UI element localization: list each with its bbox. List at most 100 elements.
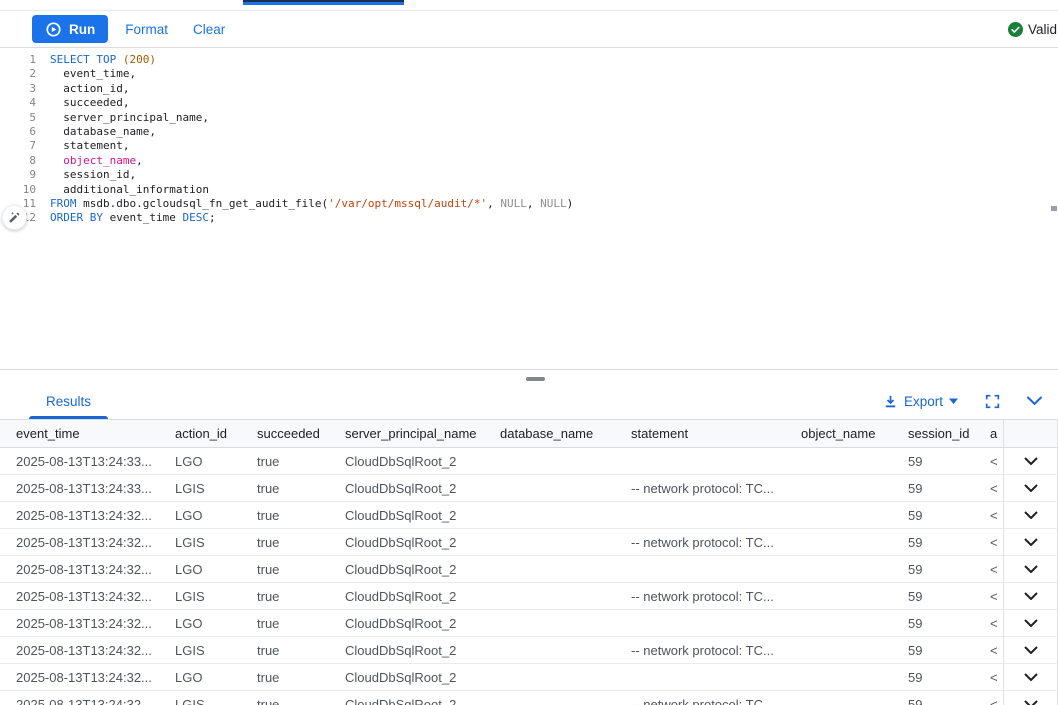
table-cell: 2025-08-13T13:24:32...	[16, 691, 175, 705]
code-line[interactable]: 12ORDER BY event_time DESC;	[0, 211, 1058, 225]
code-line[interactable]: 10 additional_information	[0, 183, 1058, 197]
clear-button[interactable]: Clear	[193, 22, 225, 37]
table-row: 2025-08-13T13:24:32...LGIStrueCloudDbSql…	[0, 583, 1058, 610]
expand-row-button[interactable]	[1003, 502, 1058, 528]
expand-row-button[interactable]	[1003, 664, 1058, 690]
table-cell	[801, 556, 908, 582]
expand-row-button[interactable]	[1003, 448, 1058, 474]
column-header-action-id[interactable]: action_id	[175, 420, 257, 447]
column-header-object-name[interactable]: object_name	[801, 420, 908, 447]
table-cell	[801, 637, 908, 663]
expand-row-button[interactable]	[1003, 637, 1058, 663]
column-header-database-name[interactable]: database_name	[500, 420, 631, 447]
line-number: 10	[0, 183, 36, 197]
code-line[interactable]: 7 statement,	[0, 139, 1058, 153]
table-cell: 59	[908, 583, 990, 609]
table-cell: true	[257, 556, 345, 582]
expand-row-button[interactable]	[1003, 691, 1058, 705]
table-cell: CloudDbSqlRoot_2	[345, 502, 500, 528]
code-line[interactable]: 2 event_time,	[0, 67, 1058, 81]
expand-row-button[interactable]	[1003, 529, 1058, 555]
table-cell: -- network protocol: TC...	[631, 475, 801, 501]
table-cell	[500, 583, 631, 609]
column-header-statement[interactable]: statement	[631, 420, 801, 447]
table-row: 2025-08-13T13:24:32...LGIStrueCloudDbSql…	[0, 637, 1058, 664]
chevron-down-icon	[1024, 484, 1038, 492]
table-cell: 2025-08-13T13:24:32...	[16, 502, 175, 528]
table-cell: <	[990, 529, 1003, 555]
table-cell	[500, 610, 631, 636]
table-cell: CloudDbSqlRoot_2	[345, 529, 500, 555]
line-number: 5	[0, 111, 36, 125]
code-line[interactable]: 4 succeeded,	[0, 96, 1058, 110]
run-button[interactable]: Run	[32, 15, 108, 43]
column-header-session-id[interactable]: session_id	[908, 420, 990, 447]
format-button[interactable]: Format	[125, 22, 168, 37]
table-cell: LGIS	[175, 691, 257, 705]
expand-row-button[interactable]	[1003, 610, 1058, 636]
line-number: 8	[0, 154, 36, 168]
table-cell	[500, 502, 631, 528]
table-cell: CloudDbSqlRoot_2	[345, 475, 500, 501]
table-row: 2025-08-13T13:24:33...LGIStrueCloudDbSql…	[0, 475, 1058, 502]
code-line[interactable]: 6 database_name,	[0, 125, 1058, 139]
chevron-down-icon	[1024, 538, 1038, 546]
table-cell: LGIS	[175, 475, 257, 501]
table-cell: 59	[908, 664, 990, 690]
table-cell: LGIS	[175, 583, 257, 609]
query-status: Valid	[1008, 22, 1058, 37]
table-cell: 2025-08-13T13:24:32...	[16, 637, 175, 663]
code-line[interactable]: 5 server_principal_name,	[0, 111, 1058, 125]
chevron-down-icon	[1024, 700, 1038, 705]
column-header-succeeded[interactable]: succeeded	[257, 420, 345, 447]
table-cell: LGIS	[175, 637, 257, 663]
sql-editor[interactable]: 1SELECT TOP (200)2 event_time,3 action_i…	[0, 48, 1058, 369]
ai-edit-button[interactable]	[2, 205, 27, 230]
column-header-server-principal-name[interactable]: server_principal_name	[345, 420, 500, 447]
tab-results[interactable]: Results	[29, 383, 108, 419]
table-cell	[801, 475, 908, 501]
table-cell: LGO	[175, 502, 257, 528]
table-cell	[500, 448, 631, 474]
code-line[interactable]: 11FROM msdb.dbo.gcloudsql_fn_get_audit_f…	[0, 197, 1058, 211]
code-line[interactable]: 8 object_name,	[0, 154, 1058, 168]
code-text: database_name,	[50, 125, 156, 139]
code-text: action_id,	[50, 82, 129, 96]
code-line[interactable]: 3 action_id,	[0, 82, 1058, 96]
export-button[interactable]: Export	[883, 394, 958, 409]
expand-row-button[interactable]	[1003, 583, 1058, 609]
fullscreen-button[interactable]	[985, 394, 1000, 409]
code-text: SELECT TOP (200)	[50, 53, 156, 67]
expand-row-button[interactable]	[1003, 556, 1058, 582]
column-header-additional-information[interactable]: a	[990, 420, 1003, 447]
table-cell	[500, 556, 631, 582]
caret-down-icon	[949, 398, 958, 404]
code-text: session_id,	[50, 168, 136, 182]
expand-row-button[interactable]	[1003, 475, 1058, 501]
table-cell: true	[257, 691, 345, 705]
table-cell: <	[990, 502, 1003, 528]
check-circle-icon	[1008, 22, 1023, 37]
collapse-panel-button[interactable]	[1026, 396, 1043, 406]
table-cell: <	[990, 556, 1003, 582]
table-cell: 59	[908, 637, 990, 663]
table-cell: LGO	[175, 610, 257, 636]
table-cell: 2025-08-13T13:24:33...	[16, 448, 175, 474]
editor-scrollbar-thumb[interactable]	[1051, 206, 1057, 211]
results-rows: 2025-08-13T13:24:33...LGOtrueCloudDbSqlR…	[0, 448, 1058, 705]
chevron-down-icon	[1024, 619, 1038, 627]
chevron-down-icon	[1024, 565, 1038, 573]
table-cell: 59	[908, 610, 990, 636]
code-text: object_name,	[50, 154, 143, 168]
column-header-expand	[1003, 420, 1058, 447]
chevron-down-icon	[1024, 511, 1038, 519]
code-text: succeeded,	[50, 96, 129, 110]
table-cell: -- network protocol: TC...	[631, 691, 801, 705]
code-line[interactable]: 9 session_id,	[0, 168, 1058, 182]
results-toolbar: Results Export	[0, 383, 1058, 419]
column-header-event-time[interactable]: event_time	[16, 420, 175, 447]
table-cell: 59	[908, 556, 990, 582]
splitter-drag-handle[interactable]	[526, 377, 545, 381]
code-line[interactable]: 1SELECT TOP (200)	[0, 53, 1058, 67]
pencil-sparkle-icon	[8, 211, 21, 224]
